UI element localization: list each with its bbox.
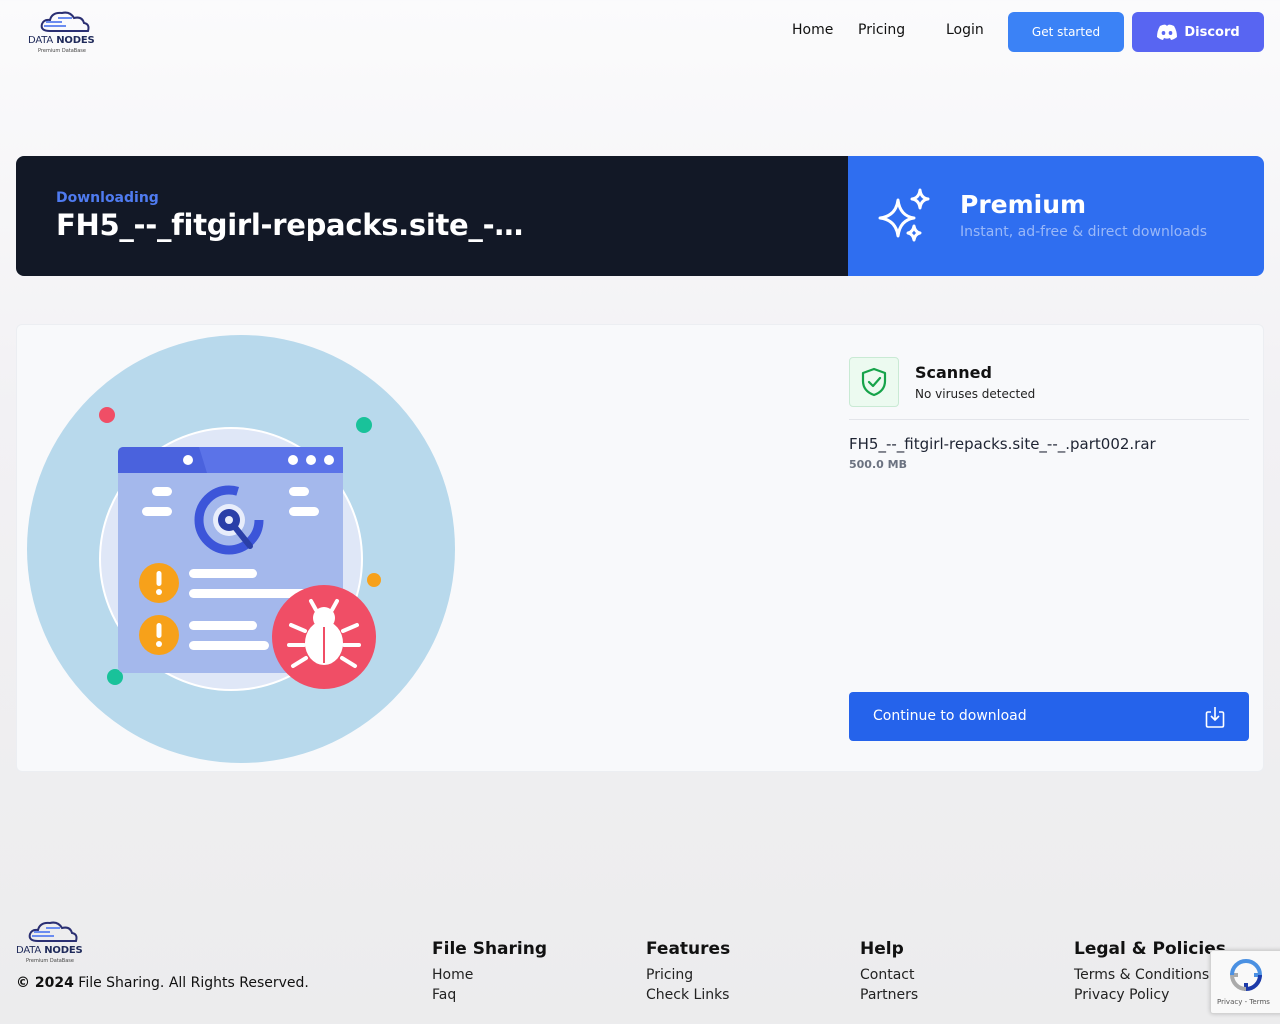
recaptcha-text: Privacy - Terms	[1217, 998, 1270, 1006]
copyright-year: © 2024	[16, 975, 74, 991]
copyright: © 2024 File Sharing. All Rights Reserved…	[16, 975, 309, 991]
footer-link-privacy[interactable]: Privacy Policy	[1074, 985, 1226, 1005]
footer-col-help: Help Contact Partners	[860, 939, 918, 1005]
footer-logo[interactable]: DATA NODES Premium DataBase	[16, 920, 96, 966]
cloud-logo-icon	[28, 921, 78, 942]
continue-download-button[interactable]: Continue to download	[849, 692, 1249, 741]
site-logo[interactable]: DATA NODES Premium DataBase	[28, 10, 108, 56]
file-size: 500.0 MB	[849, 458, 907, 471]
download-icon	[1205, 707, 1225, 728]
discord-label: Discord	[1184, 24, 1240, 40]
scan-title: Scanned	[915, 363, 992, 382]
divider	[849, 419, 1249, 420]
footer-col-file-sharing: File Sharing Home Faq	[432, 939, 547, 1005]
footer-link-faq[interactable]: Faq	[432, 985, 547, 1005]
recaptcha-icon	[1229, 959, 1263, 992]
cloud-logo-icon	[40, 11, 90, 32]
discord-button[interactable]: Discord	[1132, 12, 1264, 52]
recaptcha-badge[interactable]: Privacy - Terms	[1210, 950, 1280, 1014]
file-name: FH5_--_fitgirl-repacks.site_--_.part002.…	[849, 435, 1156, 453]
premium-panel[interactable]: Premium Instant, ad-free & direct downlo…	[848, 156, 1264, 276]
footer-link-check-links[interactable]: Check Links	[646, 985, 730, 1005]
footer-col-legal: Legal & Policies Terms & Conditions Priv…	[1074, 939, 1226, 1005]
logo-name-light: DATA	[28, 35, 53, 46]
nav-home[interactable]: Home	[792, 22, 833, 38]
scan-status-badge	[849, 357, 899, 407]
site-header: DATA NODES Premium DataBase Home Pricing…	[0, 0, 1280, 64]
sparkles-icon	[878, 188, 930, 242]
downloading-label: Downloading	[56, 190, 159, 206]
footer-link-terms[interactable]: Terms & Conditions	[1074, 965, 1226, 985]
footer-col-features: Features Pricing Check Links	[646, 939, 730, 1005]
discord-icon	[1157, 24, 1178, 40]
footer-heading: Features	[646, 939, 731, 959]
footer-logo-tagline: Premium DataBase	[26, 958, 74, 964]
footer-logo-name-light: DATA	[16, 945, 41, 956]
copyright-text: File Sharing. All Rights Reserved.	[73, 975, 309, 991]
logo-name-bold: NODES	[56, 35, 95, 46]
footer-link-partners[interactable]: Partners	[860, 985, 918, 1005]
footer-heading: Help	[860, 939, 904, 959]
get-started-button[interactable]: Get started	[1008, 12, 1124, 52]
file-title: FH5_--_fitgirl-repacks.site_-…	[56, 208, 524, 242]
footer-link-home[interactable]: Home	[432, 965, 547, 985]
footer-heading: File Sharing	[432, 939, 548, 959]
nav-pricing[interactable]: Pricing	[858, 22, 905, 38]
footer-link-contact[interactable]: Contact	[860, 965, 918, 985]
footer-link-pricing[interactable]: Pricing	[646, 965, 730, 985]
download-banner: Downloading FH5_--_fitgirl-repacks.site_…	[16, 156, 1264, 276]
premium-title: Premium	[960, 190, 1087, 219]
download-title-panel: Downloading FH5_--_fitgirl-repacks.site_…	[16, 156, 848, 276]
shield-check-icon	[861, 367, 887, 397]
continue-download-label: Continue to download	[873, 708, 1027, 724]
scan-subtitle: No viruses detected	[915, 387, 1036, 401]
virus-scan-illustration	[27, 335, 455, 763]
file-card: Scanned No viruses detected FH5_--_fitgi…	[16, 324, 1264, 772]
nav-login[interactable]: Login	[946, 22, 984, 38]
logo-tagline: Premium DataBase	[38, 48, 86, 54]
footer-logo-name-bold: NODES	[44, 945, 83, 956]
footer-heading: Legal & Policies	[1074, 939, 1226, 959]
premium-subtitle: Instant, ad-free & direct downloads	[960, 224, 1208, 240]
